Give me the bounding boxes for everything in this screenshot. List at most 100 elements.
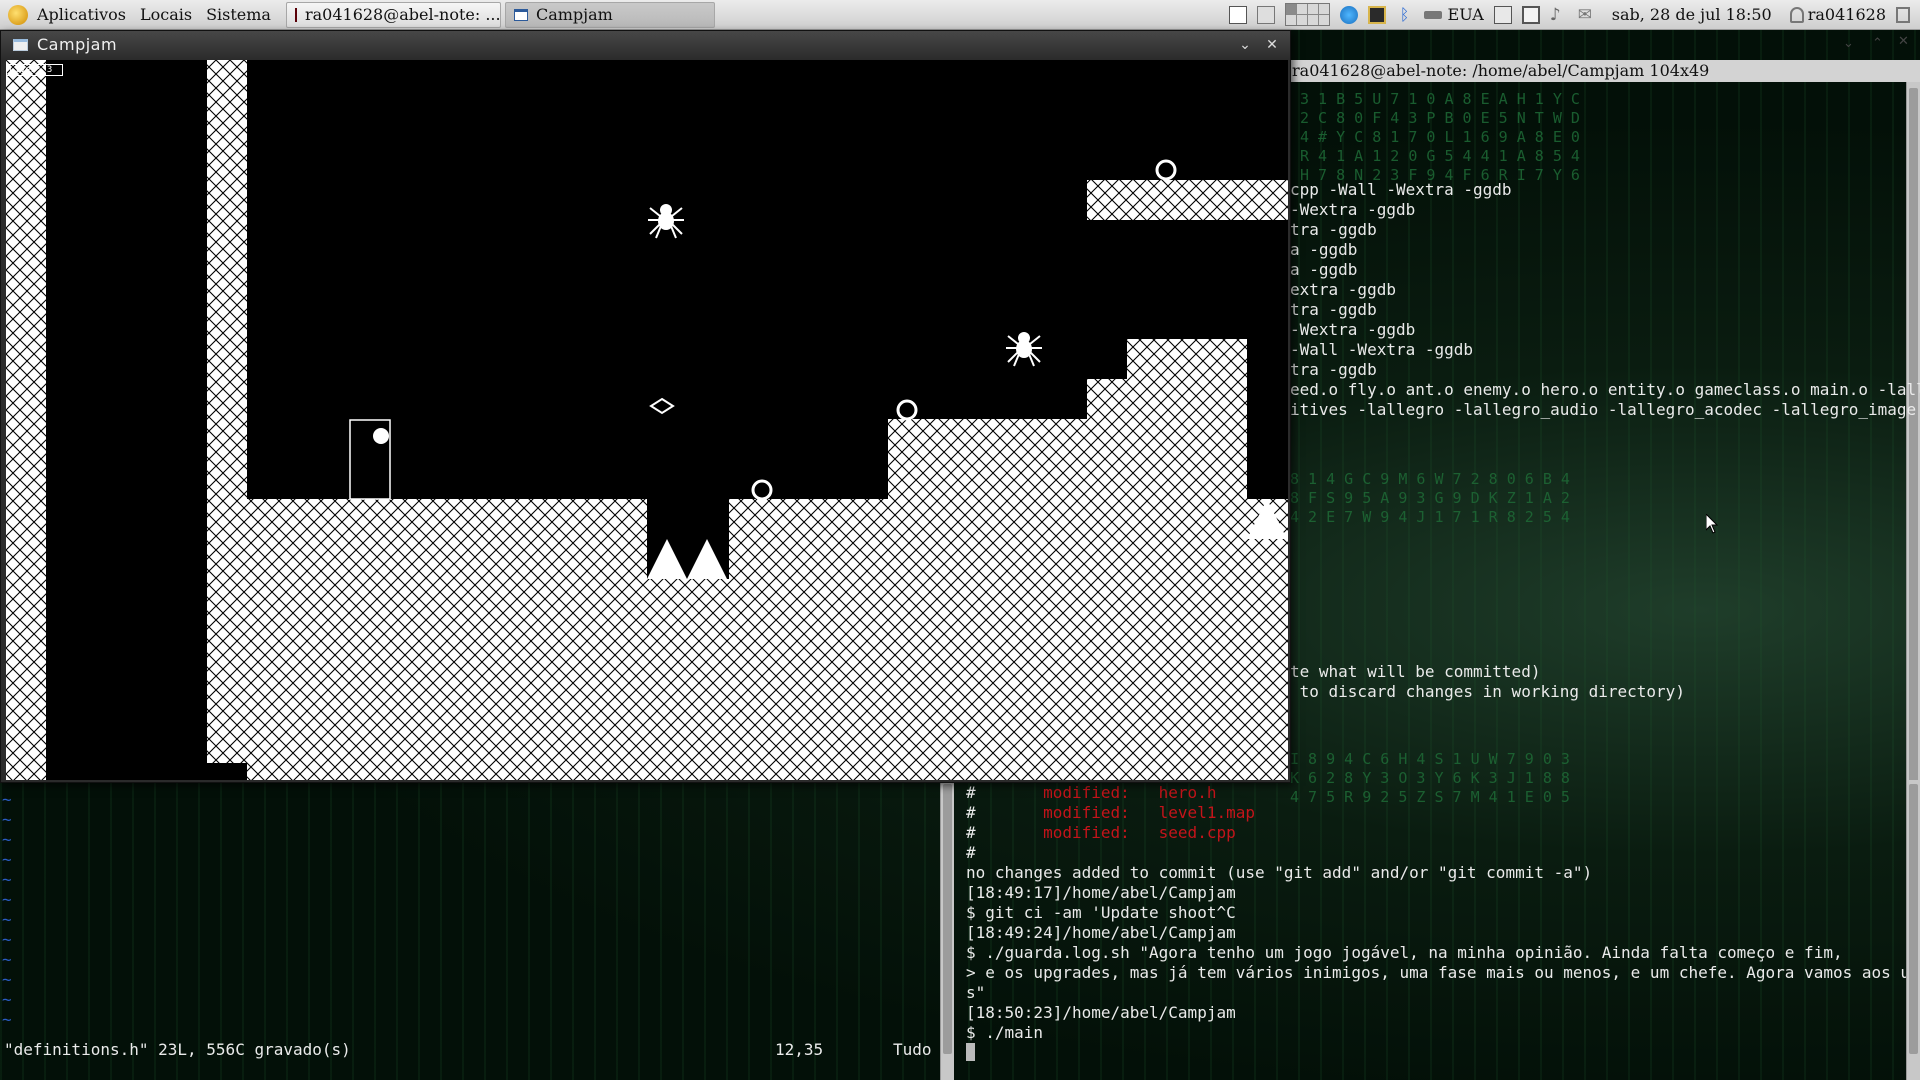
vim-empty-line-tilde: ~: [2, 810, 12, 829]
terminal-line: #: [966, 843, 976, 862]
terminal-line: tra -ggdb: [1290, 300, 1377, 319]
clock[interactable]: sab, 28 de jul 18:50: [1612, 5, 1772, 24]
mouse-cursor-icon: [1706, 514, 1718, 534]
hero-icon: [373, 428, 389, 444]
git-modified-label: modified:: [1043, 823, 1159, 842]
terminal-bottom-scrollbar[interactable]: [1906, 780, 1920, 1080]
main-menu: Aplicativos Locais Sistema: [0, 0, 278, 30]
user-menu[interactable]: ra041628: [1789, 5, 1886, 24]
terminal-line: to discard changes in working directory): [1290, 682, 1685, 701]
minimize-button[interactable]: ⌄: [1843, 36, 1854, 51]
taskbar-item-terminal[interactable]: ra041628@abel-note: ...: [285, 1, 501, 28]
terminal-line: $ ./main: [966, 1023, 1044, 1042]
bluetooth-icon[interactable]: ᛒ: [1396, 5, 1414, 24]
git-modified-file: hero.h: [1158, 783, 1217, 802]
close-button[interactable]: ✕: [1262, 35, 1282, 55]
vim-empty-line-tilde: ~: [2, 910, 12, 929]
terminal-output: cpp -Wall -Wextra -ggdb -Wextra -ggdb tra …: [1290, 180, 1920, 420]
mail-icon[interactable]: ✉: [1578, 6, 1596, 24]
git-modified-label: modified:: [1043, 803, 1159, 822]
menu-places[interactable]: Locais: [133, 0, 199, 30]
ledge-upper: [1087, 180, 1288, 220]
terminal-title: ra041628@abel-note: /home/abel/Campjam 1…: [1288, 60, 1920, 82]
terminal-bottom-output: # no changes added to commit (use "git ad…: [966, 843, 1920, 1043]
wall-left: [6, 60, 46, 780]
terminal-line: te what will be committed): [1290, 662, 1541, 681]
git-modified-label: modified:: [1043, 783, 1159, 802]
terminal-line: > e os upgrades, mas já tem vários inimi…: [966, 963, 1920, 982]
spike-icon: [687, 539, 727, 579]
shutdown-icon[interactable]: [1896, 6, 1910, 23]
menu-applications[interactable]: Aplicativos: [30, 0, 133, 30]
close-button[interactable]: ✕: [1898, 34, 1909, 49]
taskbar-item-campjam[interactable]: Campjam: [504, 1, 715, 28]
notes-icon[interactable]: [1228, 5, 1247, 24]
vim-empty-line-tilde: ~: [2, 830, 12, 849]
display-icon[interactable]: [1521, 5, 1540, 24]
spider-icon: [648, 204, 684, 239]
game-scene: [6, 60, 1288, 780]
vim-empty-line-tilde: ~: [2, 970, 12, 989]
git-modified-line: # modified: hero.h: [966, 783, 1255, 803]
git-status-modified: # modified: hero.h # modified: level1.map…: [966, 783, 1255, 843]
gem-icon: [649, 397, 675, 415]
terminal-line: [18:49:17]/home/abel/Campjam: [966, 883, 1236, 902]
git-modified-prefix: #: [966, 823, 1044, 842]
terminal-line: extra -ggdb: [1290, 280, 1396, 299]
terminal-line: [18:50:23]/home/abel/Campjam: [966, 1003, 1236, 1022]
distro-logo-icon[interactable]: [8, 4, 28, 25]
terminal-line: a -ggdb: [1290, 260, 1358, 279]
git-modified-line: # modified: level1.map: [966, 803, 1255, 823]
vim-empty-line-tilde: ~: [2, 870, 12, 889]
git-modified-prefix: #: [966, 783, 1044, 802]
terminal-cursor: [966, 1043, 975, 1061]
terminal-line: tra -ggdb: [1290, 360, 1377, 379]
vim-empty-line-tilde: ~: [2, 990, 12, 1009]
keyboard-icon: [1423, 10, 1442, 19]
vim-empty-line-tilde: ~: [2, 1010, 12, 1029]
git-modified-file: seed.cpp: [1158, 823, 1236, 842]
terminal-line: -Wextra -ggdb: [1290, 200, 1416, 219]
ring-icon: [751, 479, 773, 501]
vim-editor[interactable]: ~ ~ ~ ~ ~ ~ ~ ~ ~ ~ ~ ~ "definitions.h" 23L, 556C g…: [0, 780, 954, 1080]
keyboard-layout-label: EUA: [1447, 5, 1484, 24]
terminal-line: -Wall -Wextra -ggdb: [1290, 340, 1474, 359]
window-icon: [513, 8, 528, 21]
terminal-line: s": [966, 983, 986, 1002]
monitor-icon[interactable]: [1367, 5, 1386, 24]
terminal-line: tra -ggdb: [1290, 220, 1377, 239]
workspace-switcher-icon[interactable]: [1284, 3, 1330, 26]
game-canvas[interactable]: Lives: 3: [6, 60, 1288, 780]
system-tray: ᛒ EUA ♪ ✉ sab, 28 de jul 18:50 ra041628: [1228, 0, 1920, 30]
spider-icon: [1006, 332, 1042, 367]
terminal-line: -Wextra -ggdb: [1290, 320, 1416, 339]
user-icon: [1789, 6, 1804, 23]
git-modified-prefix: #: [966, 803, 1044, 822]
keyboard-layout[interactable]: EUA: [1423, 5, 1484, 24]
top-panel: Aplicativos Locais Sistema ra041628@abel…: [0, 0, 1920, 30]
terminal-git-hints: te what will be committed) to discard ch…: [1290, 662, 1685, 702]
clipboard-icon[interactable]: [1493, 5, 1512, 24]
terminal-line: a -ggdb: [1290, 240, 1358, 259]
vim-scrollbar[interactable]: [940, 780, 954, 1080]
game-window[interactable]: Campjam ⌄ ✕ Lives: 3: [0, 30, 1291, 783]
vim-status-file: "definitions.h" 23L, 556C gravado(s): [4, 1040, 351, 1059]
calendar-icon[interactable]: [1256, 5, 1275, 24]
network-icon[interactable]: [1339, 5, 1358, 24]
vim-empty-line-tilde: ~: [2, 790, 12, 809]
maximize-button[interactable]: ⌃: [1872, 36, 1883, 51]
minimize-button[interactable]: ⌄: [1235, 35, 1255, 55]
terminal-line: cpp -Wall -Wextra -ggdb: [1290, 180, 1512, 199]
terminal-line: eed.o fly.o ant.o enemy.o hero.o entity.…: [1290, 380, 1920, 399]
taskbar-item-label: ra041628@abel-note: ...: [304, 4, 501, 24]
menu-system[interactable]: Sistema: [199, 0, 278, 30]
vim-empty-line-tilde: ~: [2, 950, 12, 969]
vim-status-all: Tudo: [893, 1040, 932, 1059]
vim-empty-line-tilde: ~: [2, 930, 12, 949]
volume-icon[interactable]: ♪: [1550, 6, 1568, 24]
terminal-bottom[interactable]: # modified: hero.h # modified: level1.map…: [960, 780, 1920, 1080]
game-titlebar[interactable]: Campjam ⌄ ✕: [1, 31, 1290, 59]
game-window-title: Campjam: [37, 35, 118, 54]
lives-counter: Lives: 3: [6, 64, 64, 76]
ring-icon: [1155, 159, 1177, 181]
